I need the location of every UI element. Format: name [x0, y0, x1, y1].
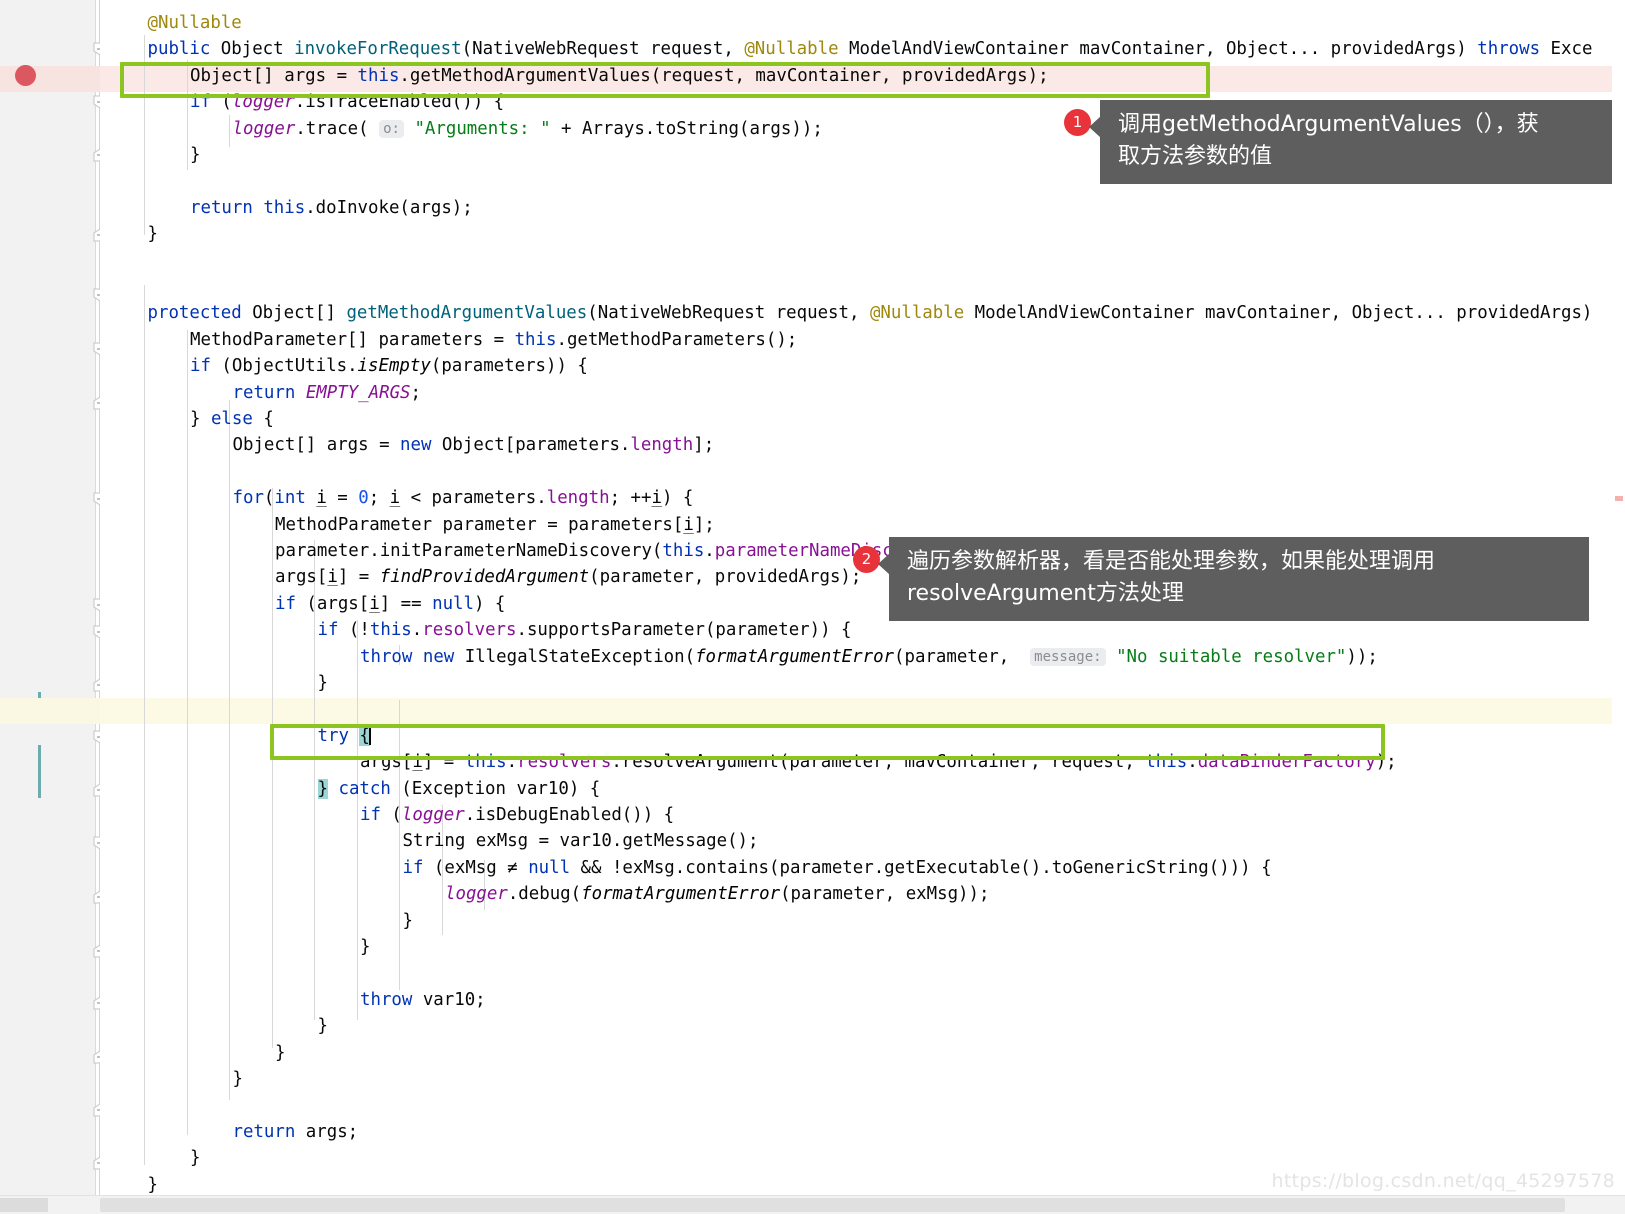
code-line: } — [147, 224, 158, 245]
code-line: for(int i = 0; i < parameters.length; ++… — [232, 488, 694, 509]
code-line: } else { — [190, 409, 274, 429]
annotation-callout-2-line1: 遍历参数解析器，看是否能处理参数，如果能处理调用 — [907, 549, 1436, 574]
code-line: } — [402, 910, 413, 931]
code-line: if (exMsg ≠ null && !exMsg.contains(para… — [402, 857, 1272, 878]
annotation-callout-1: 调用getMethodArgumentValues（），获 取方法参数的值 — [1089, 100, 1625, 184]
error-stripe-column[interactable] — [1612, 0, 1625, 1195]
code-line: } catch (Exception var10) { — [317, 778, 601, 799]
annotation-callout-1-line1: 调用getMethodArgumentValues（），获 — [1118, 112, 1539, 137]
code-line: if (args[i] == null) { — [275, 593, 506, 614]
highlight-box-resolveargument — [270, 724, 1385, 760]
code-line: @Nullable — [147, 13, 242, 33]
annotation-callout-2: 遍历参数解析器，看是否能处理参数，如果能处理调用 resolveArgument… — [878, 537, 1589, 621]
indent-guide — [187, 330, 188, 1135]
code-line: Object[] args = new Object[parameters.le… — [232, 435, 715, 456]
horizontal-scrollbar-track[interactable] — [0, 1195, 1625, 1214]
parameter-hint: message: — [1030, 647, 1106, 666]
indent-guide — [229, 400, 230, 1100]
code-line: throw new IllegalStateException(formatAr… — [360, 646, 1378, 667]
code-line: return EMPTY_ARGS; — [232, 382, 422, 403]
code-line: } — [360, 937, 371, 957]
code-line: public Object invokeForRequest(NativeWeb… — [147, 39, 1593, 60]
indent-guide — [229, 115, 230, 147]
parameter-hint: o: — [379, 119, 404, 138]
scrollbar-left-cap — [0, 1198, 48, 1212]
code-line: } — [232, 1069, 243, 1089]
editor-gutter[interactable] — [0, 0, 96, 1214]
code-line: args[i] = findProvidedArgument(parameter… — [275, 567, 862, 588]
code-line: throw var10; — [360, 989, 486, 1010]
callout-arrow-icon — [878, 553, 890, 575]
code-line: logger.trace( o: "Arguments: " + Arrays.… — [232, 118, 823, 139]
highlight-box-getmethodargumentvalues — [120, 62, 1210, 98]
modified-line-marker — [38, 745, 41, 798]
code-line: logger.debug(formatArgumentError(paramet… — [445, 884, 990, 905]
code-line: } — [275, 1042, 286, 1063]
code-line: String exMsg = var10.getMessage(); — [402, 831, 759, 852]
watermark-url: https://blog.csdn.net/qq_45297578 — [1271, 1170, 1615, 1192]
annotation-callout-1-line2: 取方法参数的值 — [1118, 144, 1273, 169]
code-line: } — [317, 673, 328, 693]
indent-guide — [272, 488, 273, 1048]
code-line: if (!this.resolvers.supportsParameter(pa… — [317, 620, 852, 641]
code-line: return args; — [232, 1121, 359, 1142]
code-line: return this.doInvoke(args); — [190, 197, 473, 218]
breakpoint-icon[interactable] — [15, 65, 36, 86]
code-line: protected Object[] getMethodArgumentValu… — [147, 303, 1593, 324]
error-stripe-mark[interactable] — [1615, 496, 1623, 501]
gutter-caret-tint — [0, 698, 100, 725]
indent-guide — [357, 620, 358, 1020]
code-line: MethodParameter parameter = parameters[i… — [275, 514, 715, 535]
code-line: } — [147, 1174, 158, 1195]
code-line: MethodParameter[] parameters = this.getM… — [190, 329, 798, 350]
indent-guide — [144, 285, 145, 1165]
annotation-badge-1: 1 — [1064, 109, 1091, 136]
code-line: } — [190, 1148, 201, 1169]
horizontal-scrollbar-thumb[interactable] — [100, 1198, 1565, 1212]
annotation-badge-2: 2 — [853, 546, 880, 573]
code-line: if (logger.isDebugEnabled()) { — [360, 805, 675, 825]
code-line: } — [317, 1016, 328, 1037]
code-editor-screenshot: @Nullable public Object invokeForRequest(… — [0, 0, 1625, 1214]
caret-line-highlight — [100, 698, 1625, 725]
code-line: if (ObjectUtils.isEmpty(parameters)) { — [190, 356, 588, 377]
callout-arrow-icon — [1089, 116, 1101, 138]
code-line: } — [190, 145, 201, 165]
annotation-callout-2-line2: resolveArgument方法处理 — [907, 581, 1184, 606]
